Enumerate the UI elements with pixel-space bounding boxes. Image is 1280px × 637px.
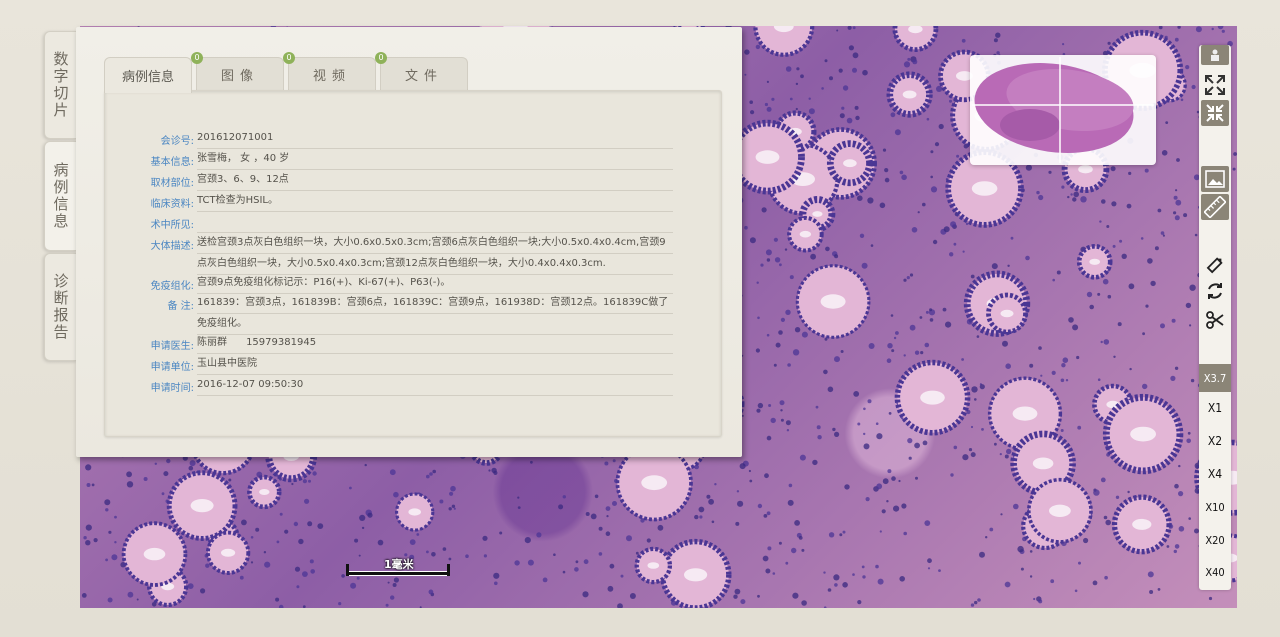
tab-label: 图像: [220, 68, 259, 84]
side-tab-case-info[interactable]: 病例信息: [44, 141, 77, 251]
zoom-x10-button[interactable]: X10: [1199, 492, 1231, 522]
zoom-x20-button[interactable]: X20: [1199, 525, 1231, 555]
tab-videos[interactable]: 0 视频: [283, 52, 376, 90]
scale-bar: 1毫米: [346, 556, 450, 578]
field-value: 宫颈9点免疫组化标记示：P16(+)、Ki-67(+)、P63(-)。: [197, 277, 451, 288]
tab-label: 文件: [404, 68, 443, 84]
field-label: 申请单位:: [150, 362, 194, 373]
field-label: 临床资料:: [150, 199, 194, 210]
field-label: 备 注:: [167, 301, 194, 312]
exit-fullscreen-icon[interactable]: [1201, 100, 1229, 126]
zoom-x40-button[interactable]: X40: [1199, 557, 1231, 587]
count-badge: 0: [375, 52, 387, 64]
count-badge: 0: [283, 52, 295, 64]
ruler-icon[interactable]: [1201, 194, 1229, 220]
tab-case-info[interactable]: 病例信息: [104, 57, 192, 93]
field-label: 大体描述:: [150, 241, 194, 252]
field-value: 陈丽群 15979381945: [197, 337, 317, 348]
viewer-toolbar: X3.7 X1 X2 X4 X10 X20 X40: [1199, 45, 1231, 590]
field-value: 2016-12-07 09:50:30: [197, 379, 304, 390]
field-label: 取材部位:: [150, 178, 194, 189]
home-icon[interactable]: [1201, 45, 1229, 65]
field-value: 宫颈3、6、9、12点: [197, 174, 289, 185]
fullscreen-icon[interactable]: [1201, 72, 1229, 98]
zoom-x3-7-button[interactable]: X3.7: [1199, 364, 1231, 392]
field-label: 申请医生:: [150, 341, 194, 352]
field-value: 张雪梅， 女 ，40 岁: [197, 153, 290, 164]
side-tab-digital-slide[interactable]: 数字切片: [44, 31, 77, 139]
tab-label: 视频: [312, 68, 351, 84]
tab-label: 病例信息: [121, 70, 174, 85]
field-label: 基本信息:: [150, 157, 194, 168]
field-value: 玉山县中医院: [197, 358, 257, 369]
field-value: 201612071001: [197, 132, 274, 143]
rotate-icon[interactable]: [1201, 278, 1229, 304]
zoom-x2-button[interactable]: X2: [1199, 426, 1231, 456]
scissors-icon[interactable]: [1201, 307, 1229, 333]
field-label: 术中所见:: [150, 220, 194, 231]
side-tab-diagnosis-report[interactable]: 诊断报告: [44, 253, 77, 361]
field-label: 免疫组化:: [150, 281, 194, 292]
field-value: TCT检查为HSIL。: [197, 195, 279, 206]
side-tab-label: 病例信息: [51, 162, 70, 230]
tab-images[interactable]: 0 图像: [191, 52, 284, 90]
side-tab-label: 数字切片: [51, 51, 70, 119]
case-info-content: 会诊号: 201612071001 基本信息: 张雪梅， 女 ，40 岁 取材部…: [104, 90, 722, 437]
slide-navigator[interactable]: [970, 55, 1156, 165]
field-label: 会诊号:: [160, 136, 194, 147]
field-label: 申请时间:: [150, 383, 194, 394]
count-badge: 0: [191, 52, 203, 64]
zoom-x1-button[interactable]: X1: [1199, 393, 1231, 423]
side-tab-label: 诊断报告: [51, 273, 70, 341]
zoom-x4-button[interactable]: X4: [1199, 459, 1231, 489]
image-icon[interactable]: [1201, 166, 1229, 192]
scale-bar-label: 1毫米: [384, 558, 414, 571]
case-info-panel: 病例信息 0 图像 0 视频 0 文件 会诊号: 201612071001 基本…: [76, 27, 742, 457]
tab-files[interactable]: 0 文件: [375, 52, 468, 90]
pencil-icon[interactable]: [1201, 252, 1229, 278]
